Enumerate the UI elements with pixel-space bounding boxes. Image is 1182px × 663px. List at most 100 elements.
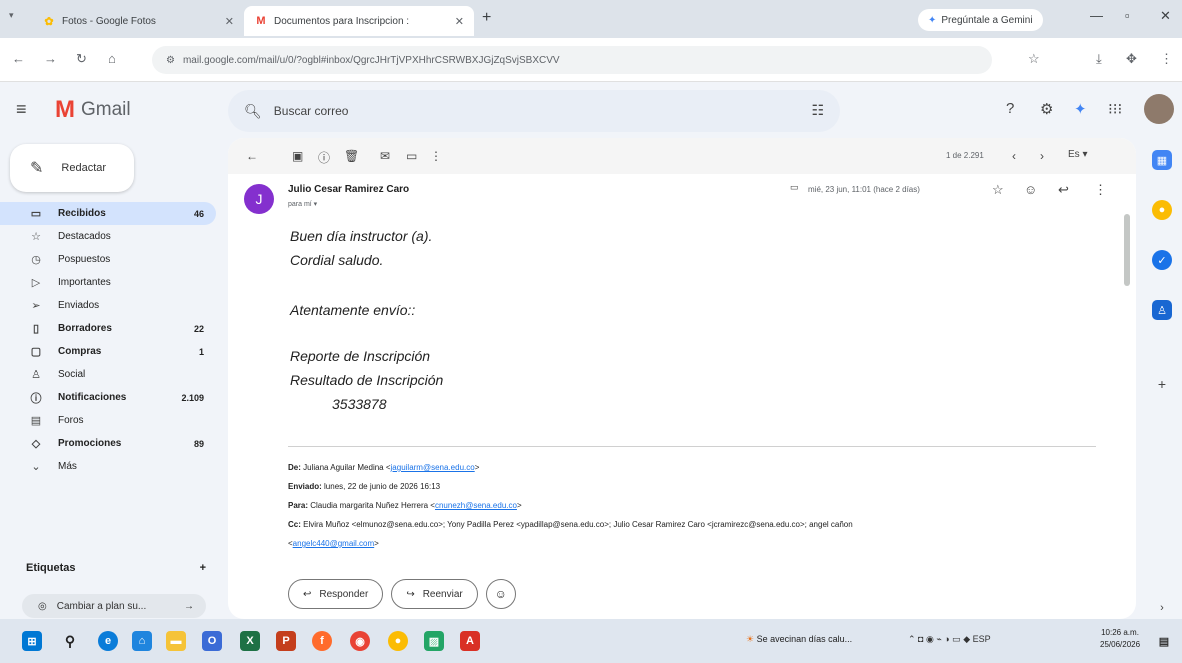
sidebar-item-social[interactable]: ♙ Social [0, 363, 216, 386]
bookmark-star-icon[interactable]: ☆ [1028, 51, 1040, 67]
file-explorer-icon[interactable]: ▬ [166, 631, 186, 651]
forward-icon[interactable]: → [44, 51, 57, 66]
previous-message-icon[interactable]: ‹ [1012, 149, 1016, 163]
taskbar-clock[interactable]: 10:26 a.m. 25/06/2026 [1100, 627, 1140, 651]
reload-icon[interactable]: ↻ [76, 51, 87, 67]
report-spam-icon[interactable]: ⓘ [318, 149, 330, 166]
close-window-icon[interactable]: ✕ [1160, 8, 1171, 24]
gmail-icon: M [256, 15, 266, 27]
reply-button[interactable]: ↩ Responder [288, 579, 384, 609]
message-more-icon[interactable]: ⋮ [1094, 182, 1107, 198]
sidebar-item-importantes[interactable]: ▷ Importantes [0, 271, 216, 294]
edge-icon[interactable]: e [98, 631, 118, 651]
mark-unread-icon[interactable]: ✉ [380, 149, 390, 163]
home-icon[interactable]: ⌂ [108, 51, 116, 66]
address-bar[interactable]: ⚙ mail.google.com/mail/u/0/?ogbl#inbox/Q… [152, 46, 992, 74]
compose-button[interactable]: ✎ Redactar [10, 144, 134, 192]
close-tab-icon[interactable]: ✕ [225, 15, 234, 28]
gmail-logo[interactable]: M Gmail [55, 96, 131, 124]
extensions-icon[interactable]: ✥ [1126, 51, 1137, 67]
powerpoint-icon[interactable]: P [276, 631, 296, 651]
store-icon[interactable]: ⌂ [132, 631, 152, 651]
notifications-icon[interactable]: ▤ [1154, 631, 1174, 651]
forward-button[interactable]: ↪ Reenviar [391, 579, 478, 609]
add-label-icon[interactable]: + [200, 562, 206, 574]
sidebar-item-foros[interactable]: ▤ Foros [0, 409, 216, 432]
sidebar-item-notificaciones[interactable]: ⓘ Notificaciones 2.109 [0, 386, 216, 409]
delete-icon[interactable]: 🗑︎ [344, 149, 359, 163]
from-email-link[interactable]: jaguilarm@sena.edu.co [391, 463, 475, 472]
sidebar-item-destacados[interactable]: ☆ Destacados [0, 225, 216, 248]
calendar-icon[interactable]: ▦ [1152, 150, 1172, 170]
system-tray[interactable]: ⌃ ◘ ◉ ⌁ ◑ ▭ ◆ ESP [908, 634, 991, 645]
tab-gmail[interactable]: M Documentos para Inscripcion : ✕ [244, 6, 474, 36]
cc-email-link[interactable]: angelc440@gmail.com [293, 539, 375, 548]
download-icon[interactable]: ⤓ [1096, 51, 1102, 67]
acrobat-icon[interactable]: A [460, 631, 480, 651]
search-input[interactable]: Buscar correo [274, 104, 349, 118]
sidebar-item-enviados[interactable]: ➢ Enviados [0, 294, 216, 317]
minimize-icon[interactable]: — [1090, 8, 1103, 23]
search-options-icon[interactable]: ☷ [811, 102, 824, 119]
archive-icon[interactable]: ▣ [292, 149, 303, 163]
new-tab-button[interactable]: + [482, 9, 491, 27]
sidebar-item-más[interactable]: ⌄ Más [0, 455, 216, 478]
google-photos-icon: ✿ [44, 15, 54, 28]
back-to-inbox-icon[interactable]: ← [246, 149, 258, 163]
windows-start-icon[interactable]: ⊞ [22, 631, 42, 651]
cc-value: Elvira Muñoz <elmunoz@sena.edu.co>; Yony… [303, 520, 853, 529]
sender-name[interactable]: Julio Cesar Ramirez Caro [288, 184, 409, 195]
sidebar-item-borradores[interactable]: ▯ Borradores 22 [0, 317, 216, 340]
recipient-details[interactable]: para mí ▾ [288, 200, 317, 208]
move-to-icon[interactable]: ▭ [406, 149, 417, 163]
outlook-icon[interactable]: O [202, 631, 222, 651]
keep-icon[interactable]: ● [1152, 200, 1172, 220]
sidebar-item-pospuestos[interactable]: ◷ Pospuestos [0, 248, 216, 271]
main-menu-icon[interactable]: ≡ [16, 99, 27, 120]
labels-header: Etiquetas + [26, 562, 206, 574]
add-addon-icon[interactable]: + [1152, 374, 1172, 394]
site-info-icon[interactable]: ⚙ [166, 55, 175, 66]
menu-dots-icon[interactable]: ⋮ [1160, 51, 1173, 67]
star-icon[interactable]: ☆ [992, 182, 1004, 198]
sidebar-item-promociones[interactable]: ◇ Promociones 89 [0, 432, 216, 455]
excel-icon[interactable]: X [240, 631, 260, 651]
tab-google-photos[interactable]: ✿ Fotos - Google Fotos ✕ [32, 6, 244, 36]
back-icon[interactable]: ← [12, 51, 25, 66]
ask-gemini-button[interactable]: ✦ Pregúntale a Gemini [918, 9, 1043, 31]
language-indicator: ESP [972, 634, 991, 644]
close-tab-icon[interactable]: ✕ [455, 15, 464, 28]
upgrade-label: Cambiar a plan su... [56, 600, 147, 612]
chrome-icon[interactable]: ◉ [350, 631, 370, 651]
expand-panel-icon[interactable]: › [1152, 598, 1172, 618]
photos-app-icon[interactable]: ▨ [424, 631, 444, 651]
reply-icon[interactable]: ↩ [1058, 182, 1069, 198]
apps-grid-icon[interactable]: ⁝⁝⁝ [1108, 100, 1122, 118]
search-bar[interactable]: 🔍︎ Buscar correo ☷ [228, 90, 840, 132]
weather-widget[interactable]: ☀ Se avecinan días calu... [746, 634, 852, 645]
sidebar-item-compras[interactable]: ▢ Compras 1 [0, 340, 216, 363]
tab-list-button[interactable]: ▾ [9, 10, 14, 21]
more-options-icon[interactable]: ⋮ [430, 149, 442, 163]
contacts-icon[interactable]: ♙ [1152, 300, 1172, 320]
tasks-icon[interactable]: ✓ [1152, 250, 1172, 270]
emoji-button[interactable]: ☺ [485, 579, 516, 609]
gemini-icon: ✦ [928, 14, 937, 26]
sidebar-item-recibidos[interactable]: ▭ Recibidos 46 [0, 202, 216, 225]
search-icon[interactable]: 🔍︎ [244, 103, 262, 120]
input-tools-icon[interactable]: Es ▾ [1068, 149, 1087, 160]
firefox-icon[interactable]: f [312, 631, 332, 651]
maximize-icon[interactable]: ▫ [1125, 8, 1130, 23]
app-icon[interactable]: ● [388, 631, 408, 651]
scrollbar-thumb[interactable] [1124, 214, 1130, 286]
settings-gear-icon[interactable]: ⚙ [1040, 100, 1053, 118]
emoji-reaction-icon[interactable]: ☺ [1024, 182, 1037, 197]
help-icon[interactable]: ? [1006, 100, 1014, 117]
to-email-link[interactable]: cnunezh@sena.edu.co [435, 501, 517, 510]
next-message-icon[interactable]: › [1040, 149, 1044, 163]
upgrade-plan-button[interactable]: ◎ Cambiar a plan su... → [22, 594, 206, 618]
sender-avatar[interactable]: J [244, 184, 274, 214]
search-icon[interactable]: ⚲ [60, 631, 80, 651]
account-avatar[interactable] [1144, 94, 1174, 124]
gemini-sparkle-icon[interactable]: ✦ [1074, 100, 1087, 118]
